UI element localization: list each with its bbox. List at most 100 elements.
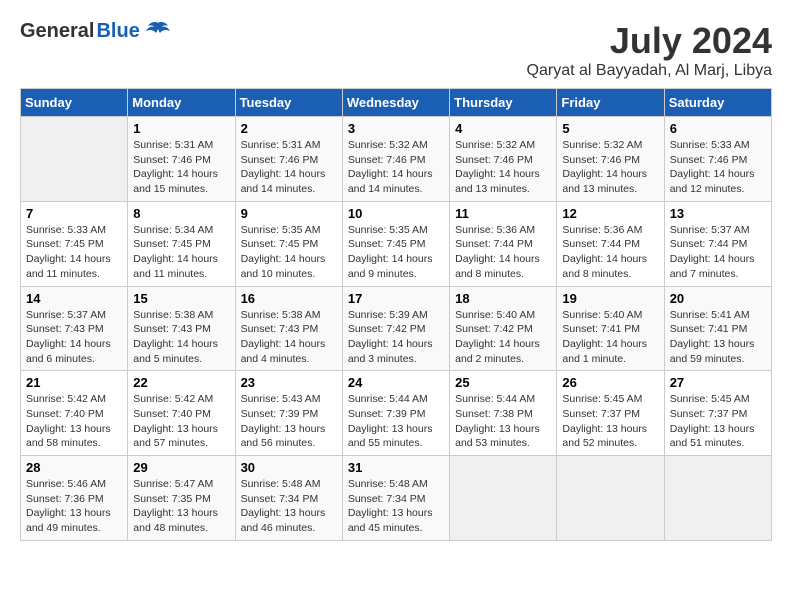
day-number: 10 <box>348 206 444 221</box>
day-number: 7 <box>26 206 122 221</box>
day-info: Sunrise: 5:45 AM Sunset: 7:37 PM Dayligh… <box>562 392 658 451</box>
calendar-day-cell: 3Sunrise: 5:32 AM Sunset: 7:46 PM Daylig… <box>342 117 449 202</box>
day-info: Sunrise: 5:43 AM Sunset: 7:39 PM Dayligh… <box>241 392 337 451</box>
calendar-day-cell <box>450 456 557 541</box>
day-number: 2 <box>241 121 337 136</box>
day-info: Sunrise: 5:38 AM Sunset: 7:43 PM Dayligh… <box>241 308 337 367</box>
day-number: 15 <box>133 291 229 306</box>
calendar-day-cell: 8 Sunrise: 5:34 AM Sunset: 7:45 PM Daylig… <box>128 201 235 286</box>
weekday-header: Saturday <box>664 89 771 117</box>
calendar-day-cell: 13Sunrise: 5:37 AM Sunset: 7:44 PM Dayli… <box>664 201 771 286</box>
day-info: Sunrise: 5:36 AM Sunset: 7:44 PM Dayligh… <box>562 223 658 282</box>
day-number: 4 <box>455 121 551 136</box>
calendar-day-cell: 12 Sunrise: 5:36 AM Sunset: 7:44 PM Dayli… <box>557 201 664 286</box>
calendar-day-cell: 14 Sunrise: 5:37 AM Sunset: 7:43 PM Dayli… <box>21 286 128 371</box>
day-info: Sunrise: 5:35 AM Sunset: 7:45 PM Dayligh… <box>241 223 337 282</box>
weekday-header: Wednesday <box>342 89 449 117</box>
logo-general: General <box>20 20 94 43</box>
day-number: 20 <box>670 291 766 306</box>
day-info: Sunrise: 5:44 AM Sunset: 7:39 PM Dayligh… <box>348 392 444 451</box>
calendar-day-cell: 24 Sunrise: 5:44 AM Sunset: 7:39 PM Dayli… <box>342 371 449 456</box>
weekday-header: Friday <box>557 89 664 117</box>
day-info: Sunrise: 5:37 AM Sunset: 7:43 PM Dayligh… <box>26 308 122 367</box>
day-number: 27 <box>670 375 766 390</box>
calendar-day-cell <box>557 456 664 541</box>
calendar-day-cell: 15Sunrise: 5:38 AM Sunset: 7:43 PM Dayli… <box>128 286 235 371</box>
calendar-day-cell: 23 Sunrise: 5:43 AM Sunset: 7:39 PM Dayli… <box>235 371 342 456</box>
day-number: 5 <box>562 121 658 136</box>
calendar-day-cell: 7 Sunrise: 5:33 AM Sunset: 7:45 PM Daylig… <box>21 201 128 286</box>
calendar-header-row: SundayMondayTuesdayWednesdayThursdayFrid… <box>21 89 772 117</box>
calendar-day-cell: 26 Sunrise: 5:45 AM Sunset: 7:37 PM Dayli… <box>557 371 664 456</box>
day-number: 1 <box>133 121 229 136</box>
day-info: Sunrise: 5:35 AM Sunset: 7:45 PM Dayligh… <box>348 223 444 282</box>
calendar-day-cell: 30 Sunrise: 5:48 AM Sunset: 7:34 PM Dayli… <box>235 456 342 541</box>
day-number: 12 <box>562 206 658 221</box>
calendar-day-cell: 4 Sunrise: 5:32 AM Sunset: 7:46 PM Daylig… <box>450 117 557 202</box>
day-info: Sunrise: 5:40 AM Sunset: 7:42 PM Dayligh… <box>455 308 551 367</box>
day-number: 30 <box>241 460 337 475</box>
day-info: Sunrise: 5:47 AM Sunset: 7:35 PM Dayligh… <box>133 477 229 536</box>
month-title: July 2024 <box>527 20 772 62</box>
calendar-week-row: 28 Sunrise: 5:46 AM Sunset: 7:36 PM Dayli… <box>21 456 772 541</box>
day-number: 26 <box>562 375 658 390</box>
calendar-day-cell: 10 Sunrise: 5:35 AM Sunset: 7:45 PM Dayli… <box>342 201 449 286</box>
calendar-day-cell: 29 Sunrise: 5:47 AM Sunset: 7:35 PM Dayli… <box>128 456 235 541</box>
calendar-day-cell: 19 Sunrise: 5:40 AM Sunset: 7:41 PM Dayli… <box>557 286 664 371</box>
logo-blue: Blue <box>96 20 139 43</box>
calendar-week-row: 21 Sunrise: 5:42 AM Sunset: 7:40 PM Dayli… <box>21 371 772 456</box>
day-info: Sunrise: 5:48 AM Sunset: 7:34 PM Dayligh… <box>241 477 337 536</box>
calendar-day-cell: 31Sunrise: 5:48 AM Sunset: 7:34 PM Dayli… <box>342 456 449 541</box>
day-info: Sunrise: 5:31 AM Sunset: 7:46 PM Dayligh… <box>241 138 337 197</box>
day-info: Sunrise: 5:36 AM Sunset: 7:44 PM Dayligh… <box>455 223 551 282</box>
day-number: 28 <box>26 460 122 475</box>
calendar-day-cell: 20 Sunrise: 5:41 AM Sunset: 7:41 PM Dayli… <box>664 286 771 371</box>
day-number: 8 <box>133 206 229 221</box>
calendar-day-cell: 9Sunrise: 5:35 AM Sunset: 7:45 PM Daylig… <box>235 201 342 286</box>
title-block: July 2024 Qaryat al Bayyadah, Al Marj, L… <box>527 20 772 80</box>
day-info: Sunrise: 5:42 AM Sunset: 7:40 PM Dayligh… <box>133 392 229 451</box>
calendar-day-cell: 18Sunrise: 5:40 AM Sunset: 7:42 PM Dayli… <box>450 286 557 371</box>
day-number: 24 <box>348 375 444 390</box>
day-info: Sunrise: 5:44 AM Sunset: 7:38 PM Dayligh… <box>455 392 551 451</box>
calendar-day-cell: 22 Sunrise: 5:42 AM Sunset: 7:40 PM Dayli… <box>128 371 235 456</box>
day-info: Sunrise: 5:33 AM Sunset: 7:45 PM Dayligh… <box>26 223 122 282</box>
day-info: Sunrise: 5:46 AM Sunset: 7:36 PM Dayligh… <box>26 477 122 536</box>
calendar-table: SundayMondayTuesdayWednesdayThursdayFrid… <box>20 88 772 541</box>
logo-bird-icon <box>144 21 172 43</box>
calendar-day-cell: 1 Sunrise: 5:31 AM Sunset: 7:46 PM Daylig… <box>128 117 235 202</box>
day-info: Sunrise: 5:31 AM Sunset: 7:46 PM Dayligh… <box>133 138 229 197</box>
day-info: Sunrise: 5:45 AM Sunset: 7:37 PM Dayligh… <box>670 392 766 451</box>
calendar-week-row: 14 Sunrise: 5:37 AM Sunset: 7:43 PM Dayli… <box>21 286 772 371</box>
calendar-day-cell <box>21 117 128 202</box>
day-number: 17 <box>348 291 444 306</box>
day-info: Sunrise: 5:41 AM Sunset: 7:41 PM Dayligh… <box>670 308 766 367</box>
calendar-day-cell: 2 Sunrise: 5:31 AM Sunset: 7:46 PM Daylig… <box>235 117 342 202</box>
day-number: 25 <box>455 375 551 390</box>
calendar-day-cell: 16 Sunrise: 5:38 AM Sunset: 7:43 PM Dayli… <box>235 286 342 371</box>
day-info: Sunrise: 5:40 AM Sunset: 7:41 PM Dayligh… <box>562 308 658 367</box>
day-number: 19 <box>562 291 658 306</box>
weekday-header: Sunday <box>21 89 128 117</box>
day-number: 14 <box>26 291 122 306</box>
weekday-header: Thursday <box>450 89 557 117</box>
day-info: Sunrise: 5:37 AM Sunset: 7:44 PM Dayligh… <box>670 223 766 282</box>
day-number: 22 <box>133 375 229 390</box>
day-info: Sunrise: 5:32 AM Sunset: 7:46 PM Dayligh… <box>348 138 444 197</box>
day-number: 29 <box>133 460 229 475</box>
day-info: Sunrise: 5:32 AM Sunset: 7:46 PM Dayligh… <box>455 138 551 197</box>
day-info: Sunrise: 5:33 AM Sunset: 7:46 PM Dayligh… <box>670 138 766 197</box>
day-number: 21 <box>26 375 122 390</box>
day-info: Sunrise: 5:34 AM Sunset: 7:45 PM Dayligh… <box>133 223 229 282</box>
day-number: 23 <box>241 375 337 390</box>
calendar-day-cell <box>664 456 771 541</box>
location-title: Qaryat al Bayyadah, Al Marj, Libya <box>527 62 772 80</box>
logo: General Blue <box>20 20 172 43</box>
day-number: 6 <box>670 121 766 136</box>
logo-icon: General Blue <box>20 20 172 43</box>
page-header: General Blue July 2024 Qaryat al Bayyada… <box>20 20 772 80</box>
calendar-day-cell: 27 Sunrise: 5:45 AM Sunset: 7:37 PM Dayli… <box>664 371 771 456</box>
calendar-day-cell: 28 Sunrise: 5:46 AM Sunset: 7:36 PM Dayli… <box>21 456 128 541</box>
day-number: 16 <box>241 291 337 306</box>
calendar-day-cell: 5Sunrise: 5:32 AM Sunset: 7:46 PM Daylig… <box>557 117 664 202</box>
